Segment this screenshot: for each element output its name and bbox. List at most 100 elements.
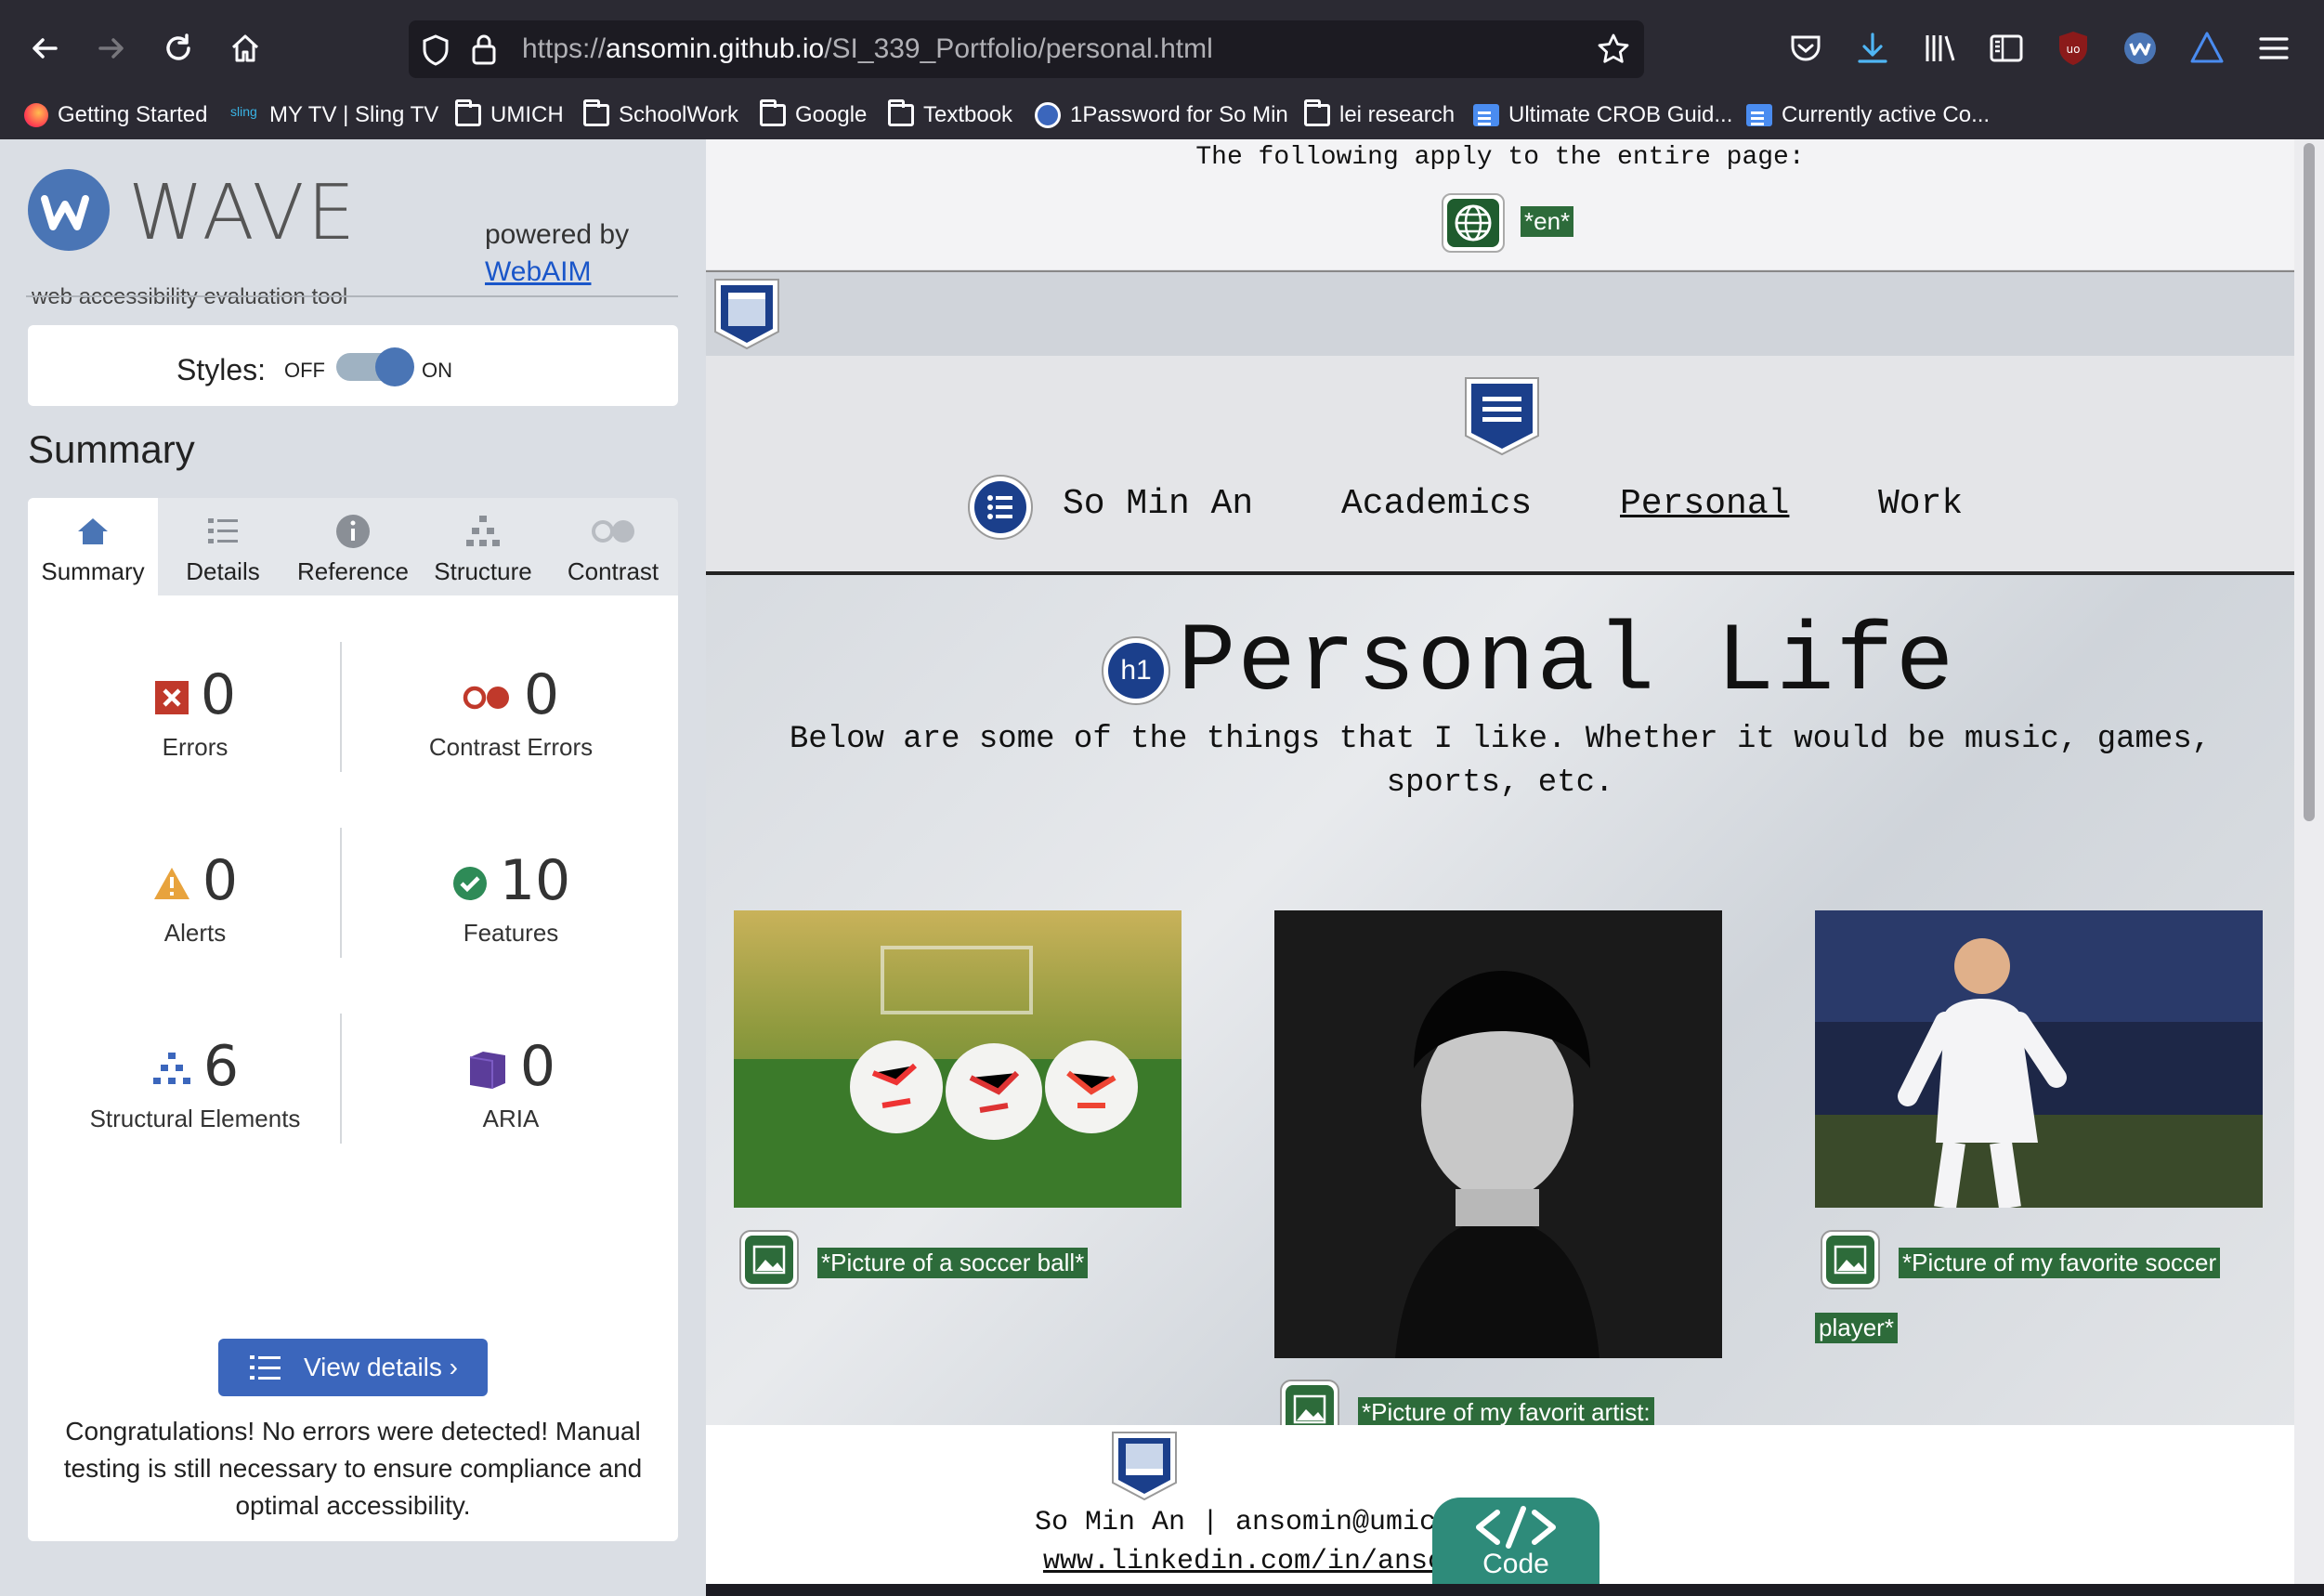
tab-label: Summary — [41, 557, 145, 585]
view-details-button[interactable]: View details › — [218, 1339, 488, 1396]
features-count[interactable]: 10 Features — [362, 848, 659, 948]
language-badge: *en* — [1521, 206, 1574, 237]
tab-label: Details — [186, 557, 260, 585]
pocket-icon[interactable] — [1785, 28, 1826, 69]
doc-icon — [1746, 104, 1772, 126]
tab-label: Structure — [434, 557, 532, 585]
forward-button[interactable] — [89, 26, 134, 71]
styles-toggle-card: Styles: OFF ON — [28, 325, 678, 406]
list-icon — [249, 1355, 281, 1380]
navigation-region: So Min An Academics Personal Work — [706, 356, 2294, 575]
bookmark-sling-tv[interactable]: sling MY TV | Sling TV — [230, 98, 438, 132]
h1-badge-text: h1 — [1108, 643, 1164, 699]
code-button[interactable]: Code — [1432, 1498, 1599, 1584]
library-icon[interactable] — [1919, 28, 1960, 69]
alt-text-badge-player: *Picture of my favorite soccer — [1899, 1248, 2221, 1278]
bookmark-label: Ultimate CROB Guid... — [1508, 102, 1733, 127]
bookmark-ultimate-crob[interactable]: Ultimate CROB Guid... — [1473, 98, 1732, 132]
count-label: Alerts — [163, 919, 227, 947]
alt-text-icon[interactable] — [1821, 1230, 1880, 1289]
folder-icon — [888, 99, 914, 126]
back-button[interactable] — [22, 26, 67, 71]
webaim-link[interactable]: WebAIM — [485, 256, 591, 288]
bookmark-label: Textbook — [923, 102, 1013, 127]
bookmark-google[interactable]: Google — [760, 98, 867, 132]
list-icon — [208, 518, 238, 543]
tab-structure[interactable]: Structure — [418, 498, 548, 595]
bookmark-textbook[interactable]: Textbook — [888, 98, 1012, 132]
count-value: 0 — [200, 662, 237, 727]
styles-on-label: ON — [422, 359, 452, 382]
count-value: 6 — [202, 1034, 240, 1099]
bookmark-star-icon[interactable] — [1596, 32, 1631, 67]
axe-extension-icon[interactable] — [2187, 28, 2227, 69]
nav-link-personal[interactable]: Personal — [1620, 484, 1789, 524]
url-text[interactable]: https://ansomin.github.io/SI_339_Portfol… — [522, 33, 1213, 65]
folder-icon — [760, 99, 786, 126]
tab-details[interactable]: Details — [158, 498, 288, 595]
footer-linkedin-link[interactable]: www.linkedin.com/in/ansomin/ — [706, 1546, 1848, 1577]
structural-elements-count[interactable]: 6 Structural Elements — [46, 1034, 344, 1133]
bookmarks-bar: Getting Started sling MY TV | Sling TV U… — [0, 93, 2324, 139]
nav-link-work[interactable]: Work — [1878, 484, 1963, 524]
styles-off-label: OFF — [284, 359, 325, 382]
page-scrollbar[interactable] — [2294, 139, 2324, 1584]
bookmark-1password[interactable]: 1Password for So Min — [1035, 98, 1288, 132]
scrollbar-thumb[interactable] — [2304, 143, 2315, 821]
feature-check-icon — [452, 867, 487, 901]
image-icon — [1293, 1394, 1326, 1424]
downloads-icon[interactable] — [1852, 28, 1893, 69]
tab-summary[interactable]: Summary — [28, 498, 158, 595]
bookmark-currently-active[interactable]: Currently active Co... — [1746, 98, 1990, 132]
bookmark-lei-research[interactable]: lei research — [1304, 98, 1455, 132]
tab-reference[interactable]: Reference — [288, 498, 418, 595]
folder-icon — [455, 99, 481, 126]
bookmark-label: MY TV | Sling TV — [269, 102, 439, 127]
language-icon[interactable] — [1442, 193, 1505, 253]
unordered-list-icon[interactable] — [968, 475, 1033, 540]
home-button[interactable] — [223, 26, 268, 71]
bookmark-label: lei research — [1339, 102, 1456, 127]
wave-sidebar: WAVE web accessibility evaluation tool p… — [0, 139, 706, 1596]
header-landmark-icon[interactable] — [712, 276, 782, 357]
sidebar-toggle-icon[interactable] — [1986, 28, 2027, 69]
reload-button[interactable] — [156, 26, 201, 71]
header-band — [706, 272, 2294, 356]
menu-icon[interactable] — [2253, 28, 2294, 69]
globe-icon — [1455, 204, 1492, 242]
aria-cube-icon — [469, 1052, 505, 1090]
contrast-errors-count[interactable]: 0 Contrast Errors — [362, 662, 659, 762]
bookmark-schoolwork[interactable]: SchoolWork — [583, 98, 738, 132]
nav-link-so-min-an[interactable]: So Min An — [1063, 484, 1253, 524]
bookmark-label: UMICH — [490, 102, 564, 127]
errors-count[interactable]: 0 Errors — [46, 662, 344, 762]
bookmark-getting-started[interactable]: Getting Started — [24, 98, 207, 132]
h1-icon[interactable]: h1 — [1102, 636, 1170, 705]
aria-count[interactable]: 0 ARIA — [362, 1034, 659, 1133]
structure-icon — [152, 1053, 190, 1085]
styles-toggle[interactable] — [336, 347, 414, 386]
bookmark-label: 1Password for So Min — [1070, 102, 1288, 127]
back-arrow-icon — [33, 38, 58, 59]
alt-text-icon[interactable] — [739, 1230, 799, 1289]
tab-label: Reference — [297, 557, 409, 585]
wave-extension-icon[interactable] — [2120, 28, 2161, 69]
reload-icon — [166, 33, 190, 60]
forward-arrow-icon — [98, 38, 124, 59]
count-value: 10 — [499, 848, 571, 913]
footer-contact: So Min An | ansomin@umich.edu — [1034, 1507, 1521, 1538]
bookmark-umich[interactable]: UMICH — [455, 98, 564, 132]
alerts-count[interactable]: 0 Alerts — [46, 848, 344, 948]
list-icon — [987, 495, 1012, 519]
wave-logo-text: WAVE — [128, 169, 359, 257]
nav-landmark-icon[interactable] — [1462, 374, 1542, 463]
bookmark-label: Google — [795, 102, 868, 127]
ublock-icon[interactable]: uo — [2053, 28, 2094, 69]
wave-logo-icon — [28, 169, 110, 251]
count-label: Features — [463, 919, 559, 947]
tab-contrast[interactable]: Contrast — [548, 498, 678, 595]
url-bar[interactable]: https://ansomin.github.io/SI_339_Portfol… — [409, 20, 1644, 78]
nav-link-academics[interactable]: Academics — [1341, 484, 1532, 524]
styles-label: Styles: — [176, 353, 267, 386]
footer-landmark-icon[interactable] — [1109, 1429, 1180, 1508]
